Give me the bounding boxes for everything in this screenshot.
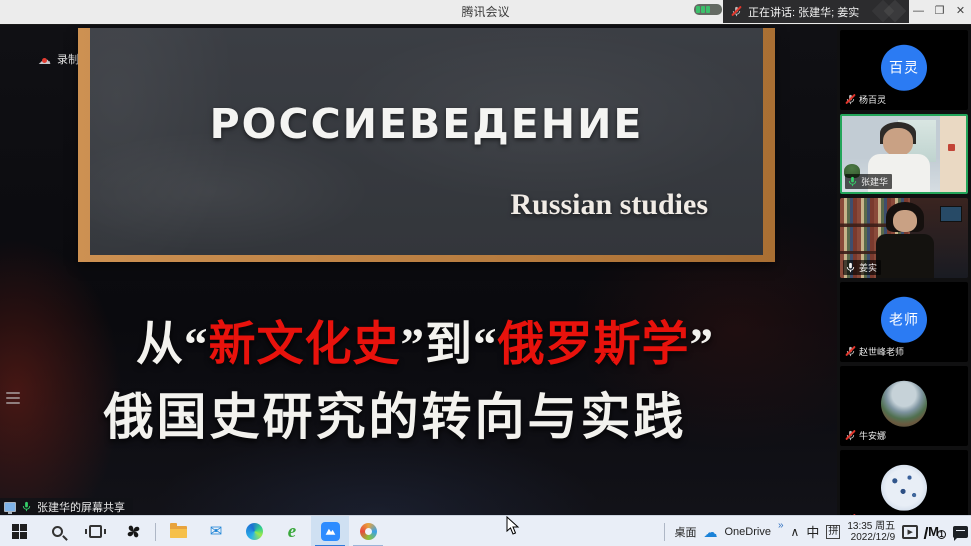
- maximize-button[interactable]: ❐: [929, 0, 950, 23]
- mail-icon: ✉: [210, 524, 223, 539]
- ie-icon: e: [288, 522, 296, 541]
- participant-name: 赵世峰老师: [859, 345, 904, 358]
- taskbar-clock[interactable]: 13:35 周五 2022/12/9: [847, 521, 895, 543]
- screen-share-area: ☁ 录制中 РОССИЕВЕДЕНИЕ Russian studies 从“新文…: [0, 25, 837, 515]
- share-banner-label: 张建华的屏幕共享: [37, 499, 125, 515]
- search-button[interactable]: [38, 516, 76, 546]
- search-icon: [52, 526, 63, 537]
- participant-name: 牛安娜: [859, 429, 886, 442]
- slide-subtitle-line2: 俄国史研究的转向与实践: [0, 377, 790, 449]
- pinwheel-app-button[interactable]: [114, 516, 152, 546]
- speaking-toast: 正在讲话: 张建华; 姜实: [723, 0, 909, 23]
- avatar: 老师: [881, 297, 927, 343]
- participant-name: 姜实: [859, 261, 877, 274]
- avatar-photo: [881, 465, 927, 511]
- participant-tile[interactable]: 百灵 杨百灵: [840, 30, 968, 110]
- desktop-toolbar-label[interactable]: 桌面: [675, 524, 697, 540]
- participant-tile[interactable]: 赵艳秋: [840, 450, 968, 515]
- task-view-button[interactable]: [76, 516, 114, 546]
- onedrive-icon[interactable]: ☁: [704, 525, 718, 539]
- clock-date: 2022/12/9: [851, 532, 896, 543]
- pinwheel-app-icon: [125, 523, 142, 540]
- minimize-button[interactable]: —: [908, 0, 929, 23]
- ime-pinyin-indicator[interactable]: 拼: [826, 525, 840, 539]
- clock-time: 13:35 周五: [847, 521, 895, 532]
- ime-tray-icon[interactable]: M1: [925, 524, 946, 539]
- avatar-photo: [881, 381, 927, 427]
- file-explorer-button[interactable]: [159, 516, 197, 546]
- speaking-toast-text: 正在讲话: 张建华; 姜实: [748, 4, 859, 20]
- volume-level-indicator: [694, 4, 722, 15]
- mouse-cursor: [506, 516, 520, 536]
- monitor-icon: [4, 502, 16, 512]
- close-button[interactable]: ✕: [950, 0, 971, 23]
- media-tray-icon[interactable]: ▶: [902, 525, 918, 539]
- ime-language-indicator[interactable]: 中: [806, 522, 819, 541]
- title-bar: 腾讯会议 正在讲话: 张建华; 姜实 — ❐ ✕: [0, 0, 971, 25]
- slide-subtitle-line1: 从“新文化史”到“俄罗斯学”: [0, 305, 837, 374]
- colorful-swirl-app-icon: [360, 523, 377, 540]
- mic-muted-icon: [845, 94, 856, 105]
- onedrive-label[interactable]: OneDrive: [725, 526, 771, 538]
- colorful-swirl-app-button[interactable]: [349, 516, 387, 546]
- participant-nametag: 张建华: [845, 174, 892, 189]
- participant-tile[interactable]: 老师 赵世峰老师: [840, 282, 968, 362]
- task-view-icon: [89, 525, 102, 538]
- tencent-meeting-icon: [321, 522, 340, 541]
- chalkboard: РОССИЕВЕДЕНИЕ Russian studies: [78, 28, 775, 262]
- participant-name: 杨百灵: [859, 93, 886, 106]
- mic-muted-icon: [845, 430, 856, 441]
- window-controls: — ❐ ✕: [908, 0, 971, 23]
- toolbar-chevron-icon[interactable]: »: [778, 520, 784, 531]
- participant-nametag: 赵世峰老师: [843, 344, 908, 359]
- mic-on-icon: [21, 501, 32, 512]
- edge-browser-button[interactable]: [235, 516, 273, 546]
- avatar: 百灵: [881, 45, 927, 91]
- tencent-meeting-taskbar-button[interactable]: [311, 516, 349, 546]
- slide-english-title: Russian studies: [510, 188, 708, 222]
- action-center-icon[interactable]: [953, 526, 968, 538]
- taskbar-separator: [155, 523, 156, 541]
- participant-nametag: 姜实: [843, 260, 881, 275]
- list-watermark-icon: [6, 392, 20, 407]
- ie-browser-button[interactable]: e: [273, 516, 311, 546]
- mail-button[interactable]: ✉: [197, 516, 235, 546]
- participant-tile-active-speaker[interactable]: 张建华: [840, 114, 968, 194]
- tencent-meeting-window: 腾讯会议 正在讲话: 张建华; 姜实 — ❐ ✕ ☁ 录制中 РОССИЕВЕД…: [0, 0, 971, 546]
- start-button[interactable]: [0, 516, 38, 546]
- cloud-record-icon: ☁: [38, 53, 51, 66]
- edge-icon: [246, 523, 263, 540]
- mic-speaking-icon: [847, 176, 858, 187]
- system-tray: 桌面 ☁ OneDrive » ∧ 中 拼 13:35 周五 2022/12/9…: [661, 516, 969, 546]
- hidden-icons-chevron[interactable]: ∧: [791, 525, 800, 539]
- mic-muted-icon: [731, 6, 742, 17]
- screen-share-banner: 张建华的屏幕共享: [0, 498, 133, 515]
- mic-muted-icon: [845, 346, 856, 357]
- participant-tile[interactable]: 牛安娜: [840, 366, 968, 446]
- participant-nametag: 杨百灵: [843, 92, 890, 107]
- windows-logo-icon: [12, 524, 27, 539]
- participant-tile[interactable]: 姜实: [840, 198, 968, 278]
- slide-russian-title: РОССИЕВЕДЕНИЕ: [90, 100, 763, 148]
- participants-sidebar[interactable]: 百灵 杨百灵 张建华: [837, 25, 971, 515]
- participant-nametag: 牛安娜: [843, 428, 890, 443]
- windows-taskbar: ✉ e 桌面 ☁ OneDrive » ∧ 中 拼 13: [0, 515, 971, 546]
- participant-name: 张建华: [861, 175, 888, 188]
- folder-icon: [170, 526, 187, 538]
- mic-on-icon: [845, 262, 856, 273]
